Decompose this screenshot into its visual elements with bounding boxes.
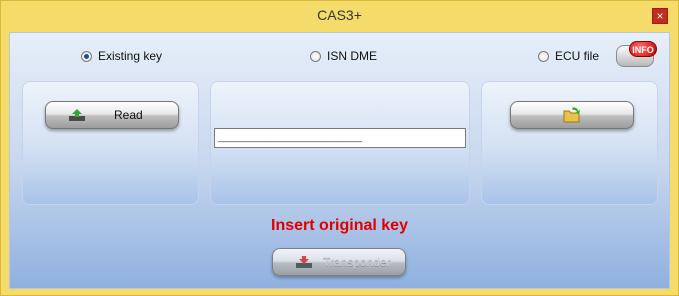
radio-unselected-icon xyxy=(310,50,321,62)
read-button-label: Read xyxy=(114,108,143,122)
client-area: Existing key ISN DME ECU file INFO Read xyxy=(9,32,670,289)
upload-arrow-icon xyxy=(69,109,85,121)
radio-selected-icon xyxy=(81,50,92,62)
transponder-button[interactable]: Transponder xyxy=(272,248,406,276)
option-isn-dme[interactable]: ISN DME xyxy=(310,49,377,63)
radio-unselected-icon xyxy=(538,50,549,62)
key-panel: ____________________ xyxy=(210,81,470,205)
option-existing-key-label: Existing key xyxy=(98,49,163,63)
transponder-button-label: Transponder xyxy=(323,255,391,269)
option-ecu-file-label: ECU file xyxy=(555,49,600,63)
window-title: CAS3+ xyxy=(317,7,362,23)
close-button[interactable]: × xyxy=(652,8,668,24)
option-ecu-file[interactable]: ECU file xyxy=(538,49,599,63)
option-existing-key[interactable]: Existing key xyxy=(81,49,162,63)
info-badge: INFO xyxy=(629,41,657,57)
open-folder-icon xyxy=(563,107,580,123)
status-message: Insert original key xyxy=(271,217,408,234)
title-bar: CAS3+ × xyxy=(1,1,678,31)
file-panel xyxy=(481,81,658,205)
read-panel: Read xyxy=(22,81,199,205)
option-isn-dme-label: ISN DME xyxy=(327,49,378,63)
cas3-window: CAS3+ × Existing key ISN DME ECU file IN… xyxy=(0,0,679,296)
key-code-field[interactable]: ____________________ xyxy=(214,128,466,148)
info-button[interactable]: INFO xyxy=(616,41,657,67)
open-file-button[interactable] xyxy=(510,101,634,129)
download-arrow-icon xyxy=(296,256,312,268)
read-button[interactable]: Read xyxy=(45,101,179,129)
